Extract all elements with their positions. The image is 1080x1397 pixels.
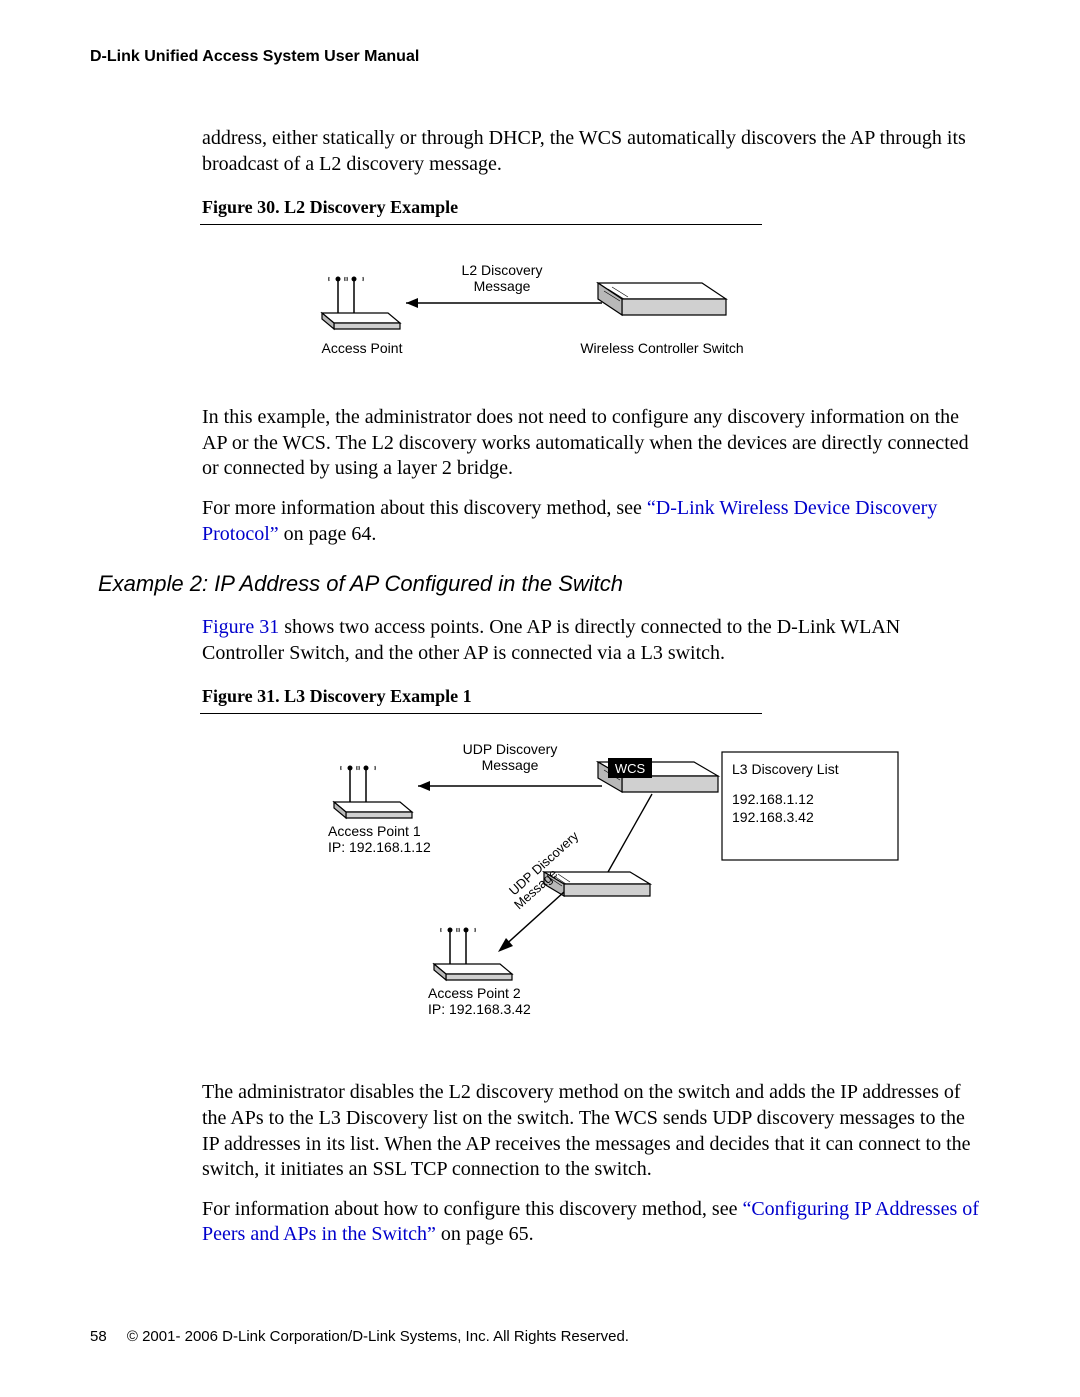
l2-discovery-label: L2 Discovery — [462, 262, 543, 278]
udp-discovery-label: UDP Discovery — [463, 741, 558, 757]
copyright: © 2001- 2006 D-Link Corporation/D-Link S… — [127, 1328, 629, 1345]
doc-header: D-Link Unified Access System User Manual — [90, 48, 990, 66]
figure-30-diagram: L2 Discovery Message Access Point Wirele… — [302, 243, 772, 373]
text-fragment: For information about how to configure t… — [202, 1198, 742, 1220]
udp-discovery-label-2: Message — [482, 757, 539, 773]
ap1-label: Access Point 1 — [328, 823, 421, 839]
text-fragment: For more information about this discover… — [202, 497, 647, 519]
text-fragment: on page 65. — [436, 1223, 534, 1245]
figure-31-caption: Figure 31. L3 Discovery Example 1 — [202, 686, 984, 707]
paragraph: For information about how to configure t… — [202, 1197, 984, 1248]
figure-rule — [200, 713, 762, 714]
wcs-switch-icon — [598, 283, 726, 315]
figure-rule — [200, 224, 762, 225]
paragraph: Figure 31 shows two access points. One A… — [202, 615, 984, 666]
text-fragment: on page 64. — [279, 523, 377, 545]
l3-list-title: L3 Discovery List — [732, 761, 839, 777]
example-2-heading: Example 2: IP Address of AP Configured i… — [98, 571, 990, 597]
l2-discovery-label-2: Message — [474, 278, 531, 294]
page-number: 58 — [90, 1328, 107, 1345]
xref-link[interactable]: Figure 31 — [202, 616, 279, 638]
l3-list-ip1: 192.168.1.12 — [732, 791, 814, 807]
figure-30-caption: Figure 30. L2 Discovery Example — [202, 197, 984, 218]
paragraph: In this example, the administrator does … — [202, 405, 984, 482]
ap2-ip: IP: 192.168.3.42 — [428, 1001, 531, 1017]
access-point-2-icon — [434, 928, 512, 981]
paragraph: The administrator disables the L2 discov… — [202, 1080, 984, 1182]
text-fragment: shows two access points. One AP is direc… — [202, 616, 900, 664]
figure-31-diagram: Access Point 1 IP: 192.168.1.12 WCS L3 D… — [322, 732, 902, 1042]
access-point-1-icon — [334, 766, 412, 819]
access-point-label: Access Point — [322, 340, 403, 356]
ap2-label: Access Point 2 — [428, 985, 521, 1001]
page-footer: 58 © 2001- 2006 D-Link Corporation/D-Lin… — [90, 1328, 629, 1345]
access-point-icon — [322, 277, 400, 330]
ap1-ip: IP: 192.168.1.12 — [328, 839, 431, 855]
wcs-badge: WCS — [615, 761, 646, 776]
paragraph: address, either statically or through DH… — [202, 126, 984, 177]
paragraph: For more information about this discover… — [202, 496, 984, 547]
l3-switch-icon — [544, 872, 650, 896]
wcs-label: Wireless Controller Switch — [580, 340, 743, 356]
l3-list-ip2: 192.168.3.42 — [732, 809, 814, 825]
